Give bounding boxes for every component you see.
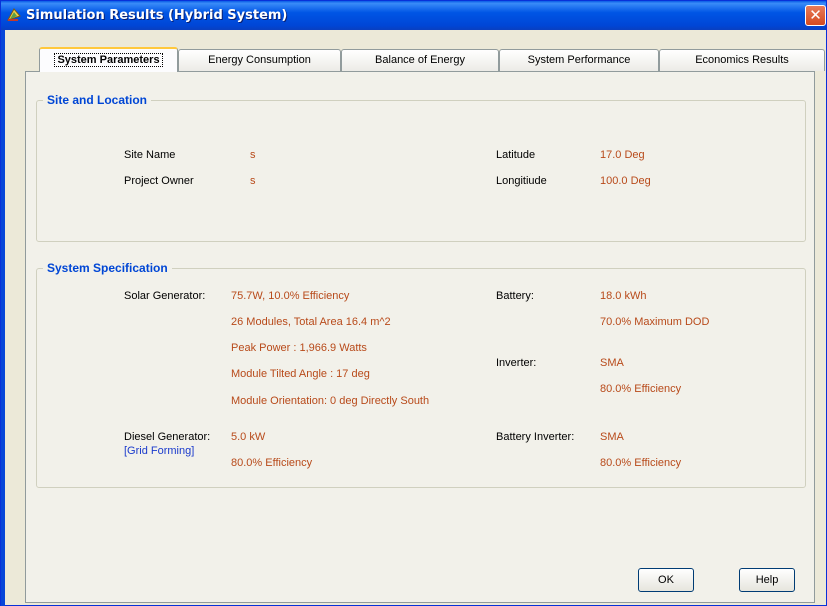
project-owner-value: s	[250, 175, 256, 187]
latitude-label: Latitude	[496, 149, 536, 161]
solar-value-line: Module Orientation: 0 deg Directly South	[231, 395, 430, 407]
close-icon: ✕	[809, 6, 822, 24]
tab-label: Energy Consumption	[208, 54, 311, 66]
diesel-value-line: 5.0 kW	[231, 431, 266, 443]
tab-label: System Performance	[527, 54, 631, 66]
tab-label: System Parameters	[54, 53, 163, 67]
tab-economics-results[interactable]: Economics Results	[659, 49, 825, 71]
solar-value-line: 75.7W, 10.0% Efficiency	[231, 290, 350, 302]
diesel-generator-label: Diesel Generator:	[124, 431, 211, 443]
battery-inverter-value-line: 80.0% Efficiency	[600, 457, 682, 469]
solar-generator-label: Solar Generator:	[124, 290, 206, 302]
battery-value-line: 70.0% Maximum DOD	[600, 316, 710, 328]
battery-inverter-value-line: SMA	[600, 431, 624, 443]
inverter-value-line: 80.0% Efficiency	[600, 383, 682, 395]
project-owner-label: Project Owner	[124, 175, 194, 187]
title-bar[interactable]: Simulation Results (Hybrid System) ✕	[1, 1, 826, 30]
solar-value-line: Module Tilted Angle : 17 deg	[231, 368, 370, 380]
diesel-value-line: 80.0% Efficiency	[231, 457, 313, 469]
app-window-icon	[6, 7, 22, 23]
solar-value-line: 26 Modules, Total Area 16.4 m^2	[231, 316, 391, 328]
tab-label: Balance of Energy	[375, 54, 465, 66]
battery-label: Battery:	[496, 290, 534, 302]
tab-system-performance[interactable]: System Performance	[499, 49, 659, 71]
site-location-group: Site and Location Site Name s Project Ow…	[36, 93, 806, 242]
inverter-label: Inverter:	[496, 357, 537, 369]
tab-panel: Site and Location Site Name s Project Ow…	[25, 71, 815, 603]
tab-strip: System Parameters Energy Consumption Bal…	[25, 47, 825, 72]
longitude-value: 100.0 Deg	[600, 175, 651, 187]
dialog-window: Simulation Results (Hybrid System) ✕ Sys…	[0, 0, 827, 606]
window-title: Simulation Results (Hybrid System)	[26, 8, 288, 23]
site-name-label: Site Name	[124, 149, 176, 161]
group-title: Site and Location	[43, 93, 152, 107]
tab-system-parameters[interactable]: System Parameters	[39, 47, 178, 72]
close-button[interactable]: ✕	[805, 5, 826, 26]
inverter-value-line: SMA	[600, 357, 624, 369]
latitude-value: 17.0 Deg	[600, 149, 645, 161]
grid-forming-note: [Grid Forming]	[124, 445, 195, 457]
tab-energy-consumption[interactable]: Energy Consumption	[178, 49, 341, 71]
longitude-label: Longitiude	[496, 175, 547, 187]
battery-value-line: 18.0 kWh	[600, 290, 647, 302]
help-button[interactable]: Help	[739, 568, 795, 592]
ok-button[interactable]: OK	[638, 568, 694, 592]
tab-balance-of-energy[interactable]: Balance of Energy	[341, 49, 499, 71]
system-specification-group: System Specification Solar Generator: 75…	[36, 261, 806, 488]
window-frame-left	[1, 30, 5, 606]
group-title: System Specification	[43, 261, 172, 275]
battery-inverter-label: Battery Inverter:	[496, 431, 575, 443]
solar-value-line: Peak Power : 1,966.9 Watts	[231, 342, 367, 354]
site-name-value: s	[250, 149, 256, 161]
tab-label: Economics Results	[695, 54, 789, 66]
